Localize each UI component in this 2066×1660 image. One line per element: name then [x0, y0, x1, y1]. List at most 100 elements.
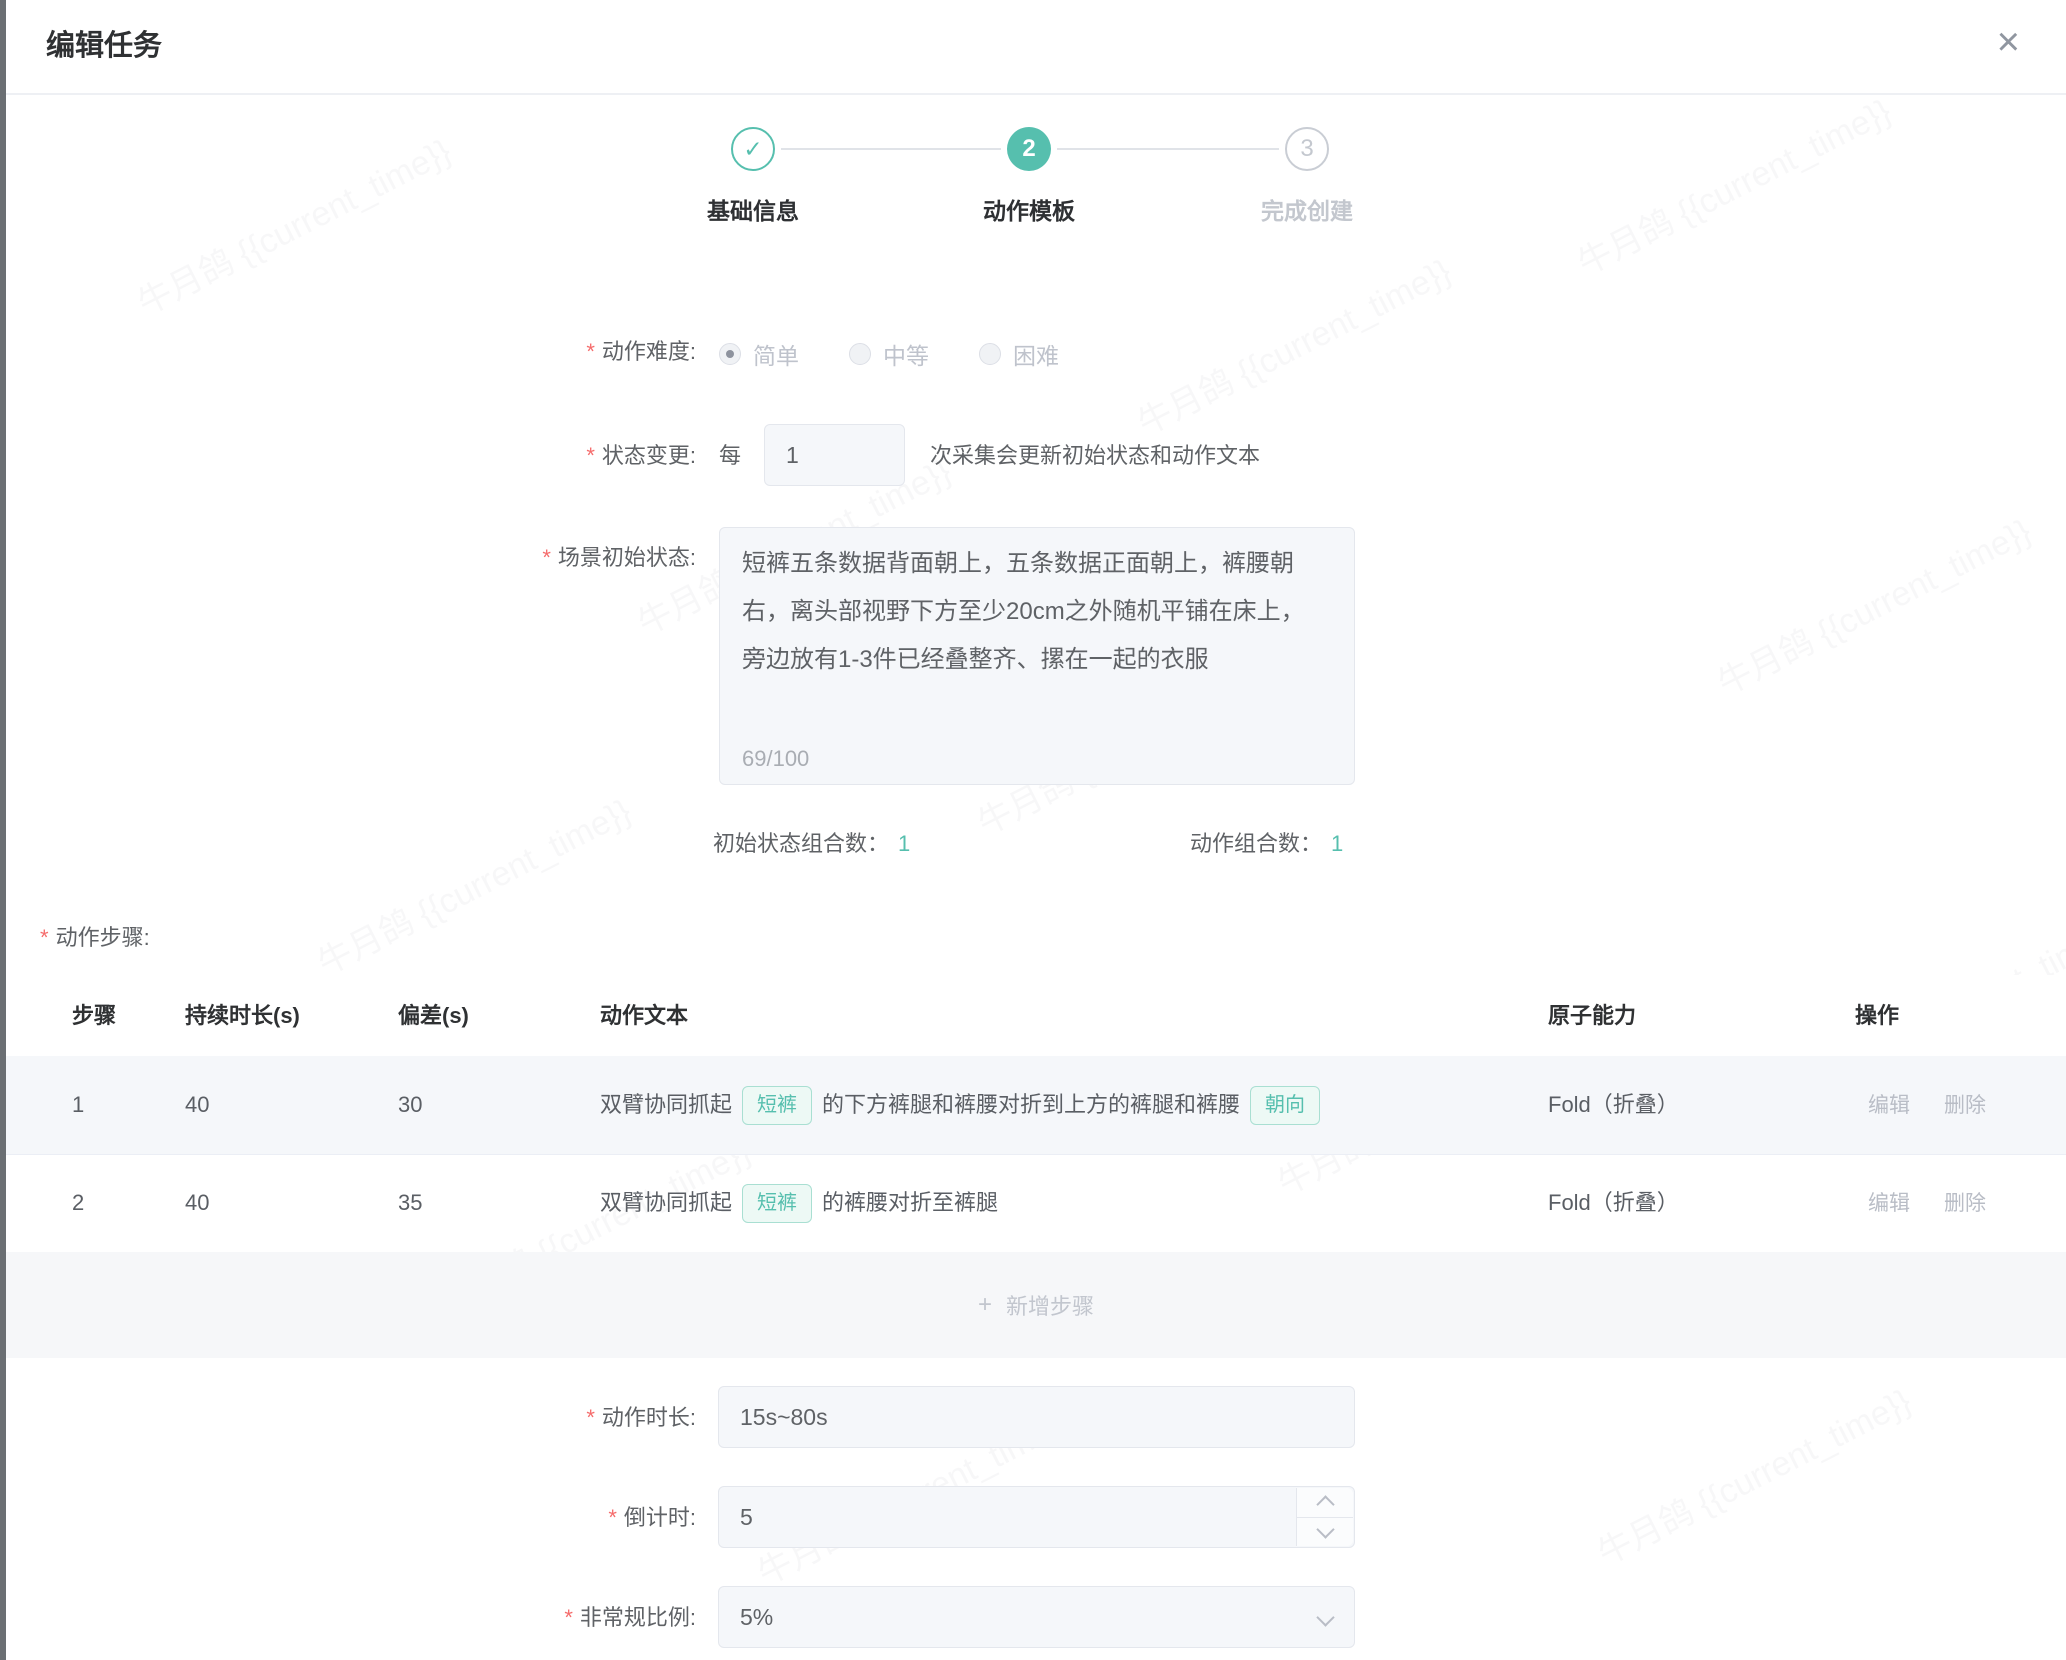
table-row: 2 40 35 双臂协同抓起 短裤 的裤腰对折至裤腿 Fold（折叠） 编辑 删除 [6, 1154, 2066, 1253]
duration-label: *动作时长: [0, 1403, 696, 1433]
cell-operations: 编辑 删除 [1868, 1154, 2020, 1253]
edit-link[interactable]: 编辑 [1868, 1094, 1910, 1117]
required-asterisk: * [542, 545, 551, 570]
watermark: 牛月鸽 {{current_time}} [308, 784, 638, 985]
action-combo-value: 1 [1331, 831, 1343, 856]
step-connector [781, 148, 1001, 150]
radio-icon [719, 343, 741, 365]
radio-label: 简单 [753, 337, 799, 371]
watermark: 牛月鸽 {{current_time}} [1128, 244, 1458, 445]
required-asterisk: * [586, 443, 595, 468]
radio-hard[interactable]: 困难 [979, 337, 1059, 371]
scene-state-textarea[interactable]: 短裤五条数据背面朝上，五条数据正面朝上，裤腰朝右，离头部视野下方至少20cm之外… [719, 527, 1355, 785]
countdown-label: *倒计时: [0, 1503, 696, 1533]
unusual-ratio-label: *非常规比例: [0, 1603, 696, 1633]
delete-link[interactable]: 删除 [1944, 1094, 1986, 1117]
number-spinner [1296, 1488, 1353, 1546]
chevron-down-icon [1316, 1521, 1334, 1539]
plus-icon: + [978, 1291, 992, 1319]
add-step-button[interactable]: + 新增步骤 [6, 1252, 2066, 1358]
dialog-header: 编辑任务 × [6, 0, 2066, 95]
watermark: 牛月鸽 {{current_time}} [1708, 504, 2038, 705]
add-step-label: 新增步骤 [1006, 1289, 1094, 1321]
step-1-label: 基础信息 [633, 192, 873, 226]
table-row: 1 40 30 双臂协同抓起 短裤 的下方裤腿和裤腰对折到上方的裤腿和裤腰 朝向… [6, 1056, 2066, 1155]
edit-task-dialog: 牛月鸽 {{current_time}} 牛月鸽 {{current_time}… [0, 0, 2066, 1660]
col-step: 步骤 [72, 975, 116, 1056]
radio-label: 困难 [1013, 337, 1059, 371]
dialog-title: 编辑任务 [46, 0, 162, 93]
chevron-down-icon [1316, 1608, 1334, 1626]
scene-state-text: 短裤五条数据背面朝上，五条数据正面朝上，裤腰朝右，离头部视野下方至少20cm之外… [742, 540, 1310, 684]
radio-medium[interactable]: 中等 [849, 337, 929, 371]
difficulty-label: *动作难度: [0, 337, 696, 367]
scene-state-label: *场景初始状态: [0, 543, 696, 573]
state-change-label: *状态变更: [0, 441, 696, 471]
orientation-tag: 朝向 [1250, 1086, 1320, 1125]
step-2-label: 动作模板 [909, 192, 1149, 226]
step-2-number: 2 [1022, 135, 1035, 163]
col-operations: 操作 [1855, 975, 1899, 1056]
watermark: 牛月鸽 {{current_time}} [1588, 1374, 1918, 1575]
cell-action-text: 双臂协同抓起 短裤 的裤腰对折至裤腿 [600, 1154, 998, 1252]
action-text: 的下方裤腿和裤腰对折到上方的裤腿和裤腰 [822, 1056, 1240, 1154]
cell-operations: 编辑 删除 [1868, 1056, 2020, 1155]
step-3-number: 3 [1300, 135, 1313, 163]
difficulty-radio-group: 简单 中等 困难 [719, 337, 1109, 371]
action-text: 双臂协同抓起 [600, 1056, 732, 1154]
action-steps-label: *动作步骤: [40, 920, 150, 952]
initial-combo-value: 1 [898, 831, 910, 856]
cell-duration: 40 [185, 1056, 209, 1154]
close-icon[interactable]: × [1997, 22, 2020, 62]
cell-action-text: 双臂协同抓起 短裤 的下方裤腿和裤腰对折到上方的裤腿和裤腰 朝向 [600, 1056, 1330, 1154]
steps-table-header: 步骤 持续时长(s) 偏差(s) 动作文本 原子能力 操作 [6, 975, 2066, 1057]
action-combo-label: 动作组合数： [1190, 831, 1322, 856]
increment-button[interactable] [1297, 1488, 1353, 1518]
cell-deviation: 35 [398, 1154, 422, 1252]
object-tag: 短裤 [742, 1184, 812, 1223]
required-asterisk: * [564, 1605, 573, 1630]
radio-icon [849, 343, 871, 365]
duration-input[interactable]: 15s~80s [718, 1386, 1355, 1448]
cell-ability: Fold（折叠） [1548, 1154, 1679, 1252]
required-asterisk: * [608, 1505, 617, 1530]
countdown-input[interactable]: 5 [718, 1486, 1355, 1548]
countdown-value: 5 [740, 1504, 753, 1531]
cell-duration: 40 [185, 1154, 209, 1252]
action-text: 双臂协同抓起 [600, 1154, 732, 1252]
cell-step: 1 [72, 1056, 84, 1154]
radio-label: 中等 [883, 337, 929, 371]
cell-deviation: 30 [398, 1056, 422, 1154]
step-3-circle: 3 [1285, 127, 1329, 171]
delete-link[interactable]: 删除 [1944, 1192, 1986, 1215]
initial-combo-count: 初始状态组合数： 1 [713, 826, 910, 858]
object-tag: 短裤 [742, 1086, 812, 1125]
action-combo-count: 动作组合数： 1 [1190, 826, 1343, 858]
char-counter: 69/100 [742, 746, 809, 772]
step-1-circle: ✓ [731, 127, 775, 171]
radio-simple[interactable]: 简单 [719, 337, 799, 371]
col-deviation: 偏差(s) [398, 975, 469, 1056]
decrement-button[interactable] [1297, 1518, 1353, 1547]
action-text: 的裤腰对折至裤腿 [822, 1154, 998, 1252]
check-icon: ✓ [743, 136, 762, 163]
chevron-up-icon [1316, 1496, 1334, 1514]
col-action-text: 动作文本 [600, 975, 688, 1056]
initial-combo-label: 初始状态组合数： [713, 831, 889, 856]
unusual-ratio-value: 5% [740, 1604, 773, 1631]
required-asterisk: * [40, 925, 49, 950]
cell-step: 2 [72, 1154, 84, 1252]
radio-icon [979, 343, 1001, 365]
state-change-suffix: 次采集会更新初始状态和动作文本 [930, 441, 1260, 471]
step-2-circle: 2 [1007, 127, 1051, 171]
col-ability: 原子能力 [1548, 975, 1636, 1056]
col-duration: 持续时长(s) [185, 975, 300, 1056]
state-change-input[interactable]: 1 [764, 424, 905, 486]
unusual-ratio-select[interactable]: 5% [718, 1586, 1355, 1648]
cell-ability: Fold（折叠） [1548, 1056, 1679, 1154]
watermark: 牛月鸽 {{current_time}} [1568, 84, 1898, 285]
step-3-label: 完成创建 [1187, 192, 1427, 226]
state-change-prefix: 每 [719, 441, 741, 471]
required-asterisk: * [586, 1405, 595, 1430]
edit-link[interactable]: 编辑 [1868, 1192, 1910, 1215]
